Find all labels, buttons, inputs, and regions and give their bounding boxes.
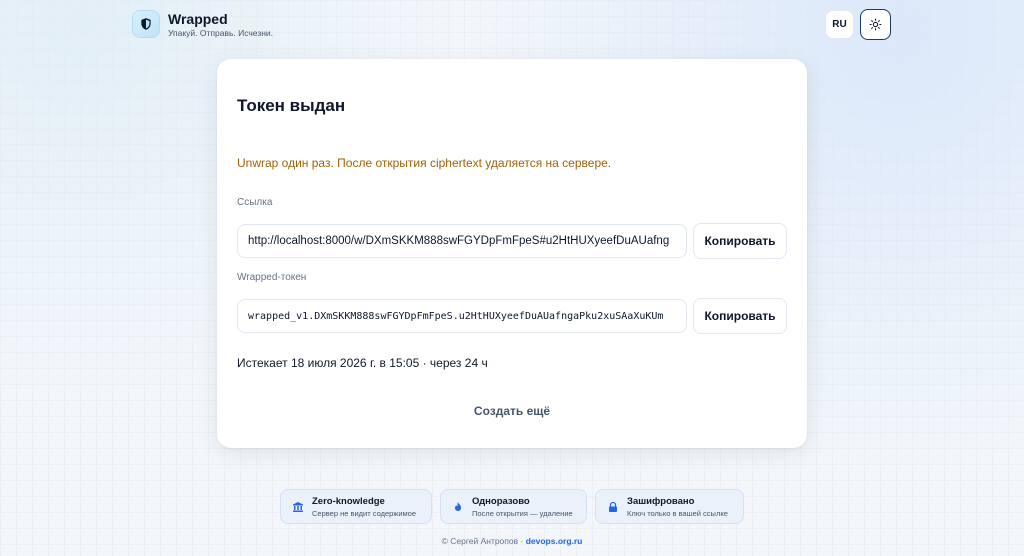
feature-title: Zero-knowledge xyxy=(312,495,385,507)
feature-desc: Ключ только в вашей ссылке xyxy=(627,508,728,518)
feature-encrypted: Зашифровано Ключ только в вашей ссылке xyxy=(595,489,744,524)
theme-toggle-button[interactable] xyxy=(860,9,891,40)
token-card: Токен выдан Unwrap один раз. После откры… xyxy=(217,59,807,448)
link-field[interactable]: http://localhost:8000/w/DXmSKKM888swFGYD… xyxy=(237,224,687,258)
feature-one-time: Одноразово После открытия — удаление xyxy=(440,489,587,524)
create-more-button[interactable]: Создать ещё xyxy=(217,404,807,418)
feature-title: Одноразово xyxy=(472,495,530,507)
card-title: Токен выдан xyxy=(237,96,346,115)
link-value: http://localhost:8000/w/DXmSKKM888swFGYD… xyxy=(248,235,670,247)
feature-badges: Zero-knowledge Сервер не видит содержимо… xyxy=(280,489,744,524)
token-field[interactable]: wrapped_v1.DXmSKKM888swFGYDpFmFpeS.u2HtH… xyxy=(237,299,687,333)
bank-icon xyxy=(289,501,307,513)
app-name: Wrapped xyxy=(168,10,228,27)
language-button[interactable]: RU xyxy=(825,10,854,39)
feature-desc: После открытия — удаление xyxy=(472,508,573,518)
lock-icon xyxy=(604,501,622,513)
footer: © Сергей Антропов · devops.org.ru xyxy=(0,536,1024,546)
flame-icon xyxy=(449,501,467,513)
feature-desc: Сервер не видит содержимое xyxy=(312,508,417,518)
feature-zero-knowledge: Zero-knowledge Сервер не видит содержимо… xyxy=(280,489,432,524)
sun-icon xyxy=(869,18,882,31)
token-label: Wrapped-токен xyxy=(237,272,307,283)
link-label: Ссылка xyxy=(237,197,273,208)
copy-link-button[interactable]: Копировать xyxy=(693,223,787,259)
footer-copyright: © Сергей Антропов · xyxy=(441,536,524,546)
unwrap-notice: Unwrap один раз. После открытия cipherte… xyxy=(237,156,612,170)
language-label: RU xyxy=(832,19,847,30)
token-value: wrapped_v1.DXmSKKM888swFGYDpFmFpeS.u2HtH… xyxy=(248,310,664,322)
copy-token-button[interactable]: Копировать xyxy=(693,298,787,334)
shield-icon xyxy=(132,10,160,38)
app-tagline: Упакуй. Отправь. Исчезни. xyxy=(168,27,274,38)
feature-title: Зашифровано xyxy=(627,495,695,507)
brand[interactable]: Wrapped Упакуй. Отправь. Исчезни. xyxy=(132,10,273,38)
footer-link[interactable]: devops.org.ru xyxy=(526,536,583,546)
expiry-text: Истекает 18 июля 2026 г. в 15:05 · через… xyxy=(237,356,488,370)
